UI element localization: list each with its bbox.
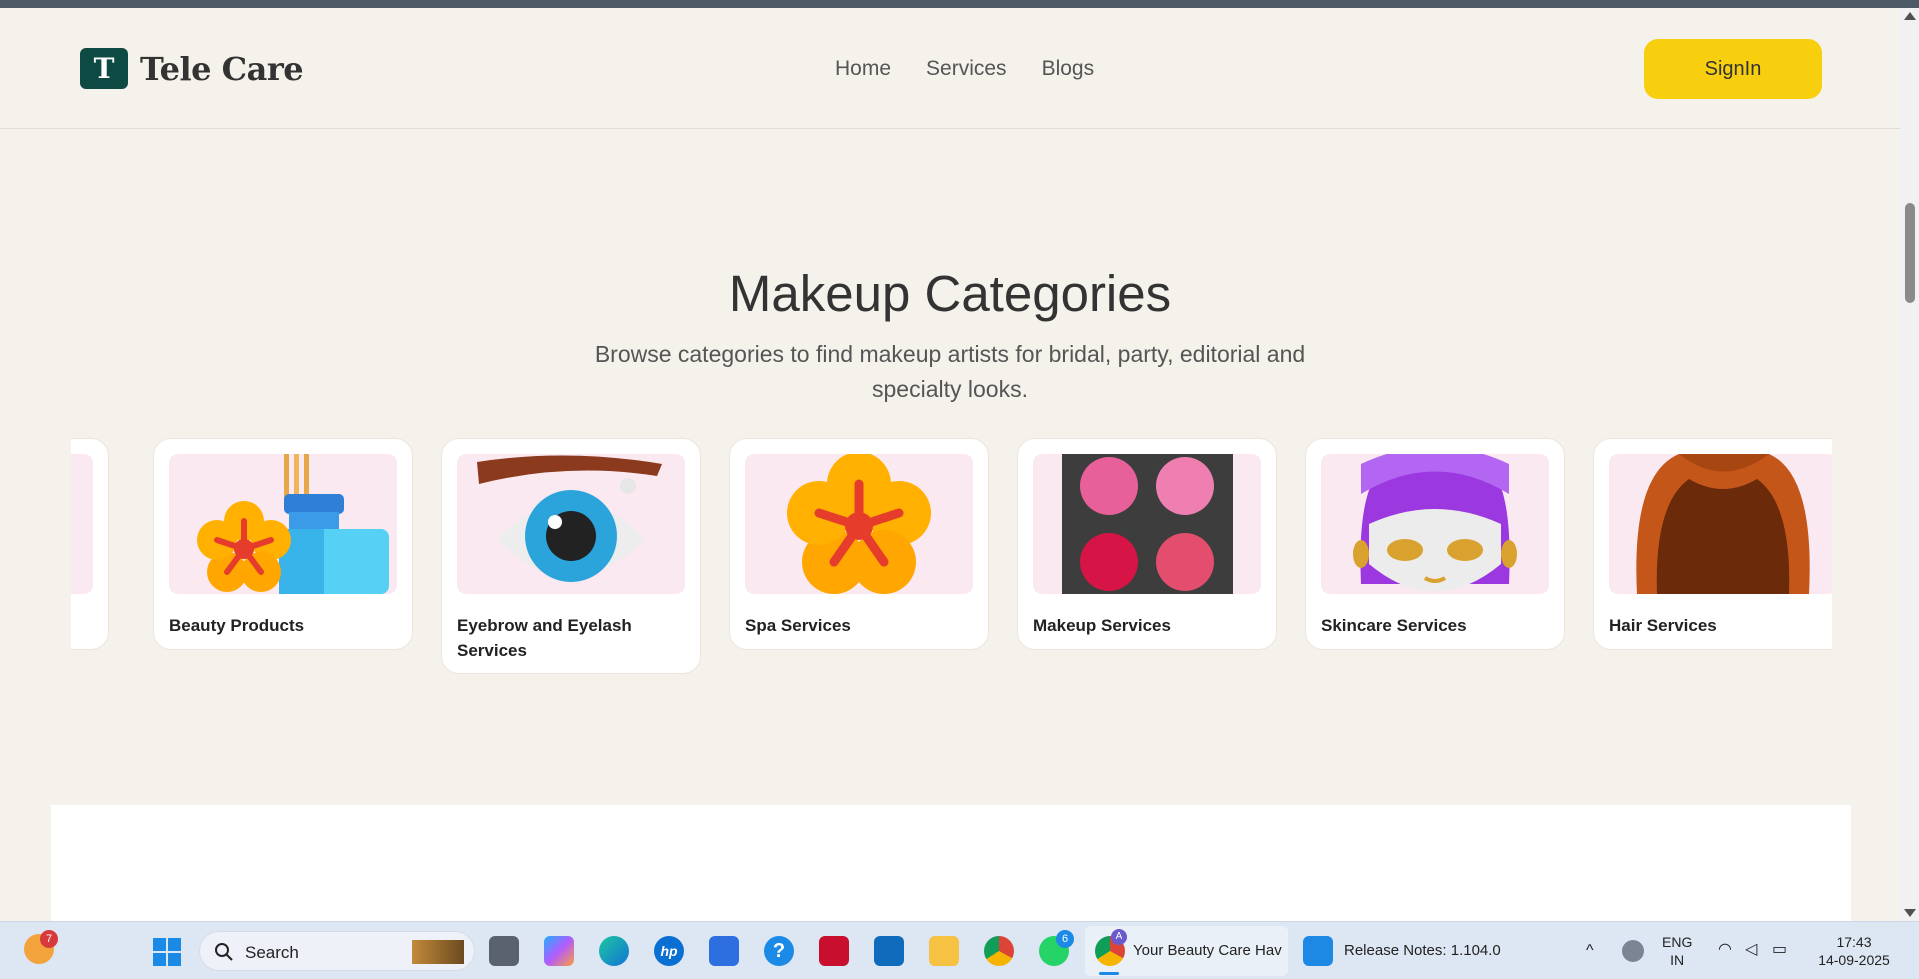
eye-icon [457, 454, 685, 594]
copilot-icon[interactable] [544, 936, 574, 966]
category-label: Eyebrow and Eyelash Services [457, 616, 632, 660]
category-card-eyebrow-eyelash[interactable]: Eyebrow and Eyelash Services [441, 438, 701, 674]
page-scrollbar[interactable] [1900, 8, 1919, 921]
outlook-icon[interactable] [874, 936, 904, 966]
nav-services[interactable]: Services [926, 57, 1007, 81]
category-label: Hair Services [1609, 616, 1717, 635]
clock-time: 17:43 [1836, 934, 1872, 950]
nav-home[interactable]: Home [835, 57, 891, 81]
clock-date: 14-09-2025 [1818, 952, 1890, 968]
taskbar-search[interactable]: Search [199, 931, 475, 971]
flower-bottle-icon [169, 454, 397, 594]
face-mask-icon [1321, 454, 1549, 594]
category-image [71, 454, 93, 594]
clock[interactable]: 17:43 14-09-2025 [1812, 933, 1896, 969]
chrome-icon[interactable] [984, 936, 1014, 966]
volume-icon[interactable]: ◁ [1745, 941, 1757, 959]
task-view-icon[interactable] [489, 936, 519, 966]
scroll-up-arrow-icon[interactable] [1904, 12, 1916, 20]
language-label: ENG [1662, 934, 1693, 950]
vscode-icon[interactable] [1303, 936, 1333, 966]
search-label: Search [245, 943, 299, 962]
search-icon [215, 943, 233, 961]
browser-top-edge [0, 0, 1919, 8]
show-hidden-icons-icon[interactable]: ^ [1586, 942, 1594, 960]
active-indicator [1099, 972, 1119, 975]
notification-badge: 7 [40, 930, 58, 948]
mcafee-icon[interactable] [819, 936, 849, 966]
category-card-beauty-products[interactable]: Beauty Products [153, 438, 413, 650]
scroll-thumb[interactable] [1905, 203, 1915, 303]
palette-icon [1033, 454, 1261, 594]
nav-blogs[interactable]: Blogs [1042, 57, 1095, 81]
get-help-icon[interactable]: ? [764, 936, 794, 966]
category-label: Spa Services [745, 616, 851, 635]
next-section-panel [51, 805, 1851, 921]
region-label: IN [1670, 952, 1685, 968]
site-header: T Tele Care Home Services Blogs SignIn [0, 8, 1900, 129]
chrome-window-title: Your Beauty Care Hav [1133, 942, 1282, 959]
windows-taskbar: 7 Search hp ? 6 A Your Beauty Care Hav R… [0, 921, 1919, 979]
wifi-icon[interactable]: ◠ [1718, 941, 1732, 959]
hp-icon[interactable]: hp [654, 936, 684, 966]
signin-button[interactable]: SignIn [1644, 39, 1822, 99]
edge-icon[interactable] [599, 936, 629, 966]
whatsapp-badge: 6 [1056, 930, 1074, 948]
vscode-window-title[interactable]: Release Notes: 1.104.0 [1344, 942, 1501, 959]
brand-logo[interactable]: T Tele Care [80, 48, 304, 89]
chrome-profile-badge: A [1111, 929, 1127, 945]
flower-icon [745, 454, 973, 594]
category-carousel[interactable]: Beauty Products Eyebrow and Eyelash Serv… [71, 438, 1832, 678]
battery-icon[interactable]: ▭ [1772, 941, 1787, 959]
category-card-partial[interactable] [71, 438, 109, 650]
scroll-down-arrow-icon[interactable] [1904, 909, 1916, 917]
category-card-makeup[interactable]: Makeup Services [1017, 438, 1277, 650]
microsoft-store-icon[interactable] [709, 936, 739, 966]
category-label: Skincare Services [1321, 616, 1467, 635]
main-nav: Home Services Blogs [835, 57, 1094, 81]
hair-icon [1609, 454, 1832, 594]
category-card-spa[interactable]: Spa Services [729, 438, 989, 650]
logo-badge: T [80, 48, 128, 89]
file-explorer-icon[interactable] [929, 936, 959, 966]
category-label: Beauty Products [169, 616, 305, 635]
category-card-skincare[interactable]: Skincare Services [1305, 438, 1565, 650]
taskbar-chrome-window[interactable]: A Your Beauty Care Hav [1085, 926, 1288, 976]
onedrive-icon[interactable] [1622, 940, 1644, 962]
brand-name: Tele Care [140, 49, 304, 88]
search-highlight-icon [412, 940, 464, 964]
language-indicator[interactable]: ENG IN [1662, 933, 1692, 969]
section-title: Makeup Categories [728, 265, 1172, 322]
windows-start-icon[interactable] [152, 937, 182, 967]
category-card-hair[interactable]: Hair Services [1593, 438, 1832, 650]
section-subtitle: Browse categories to find makeup artists… [594, 341, 1306, 402]
category-label: Makeup Services [1033, 616, 1171, 635]
